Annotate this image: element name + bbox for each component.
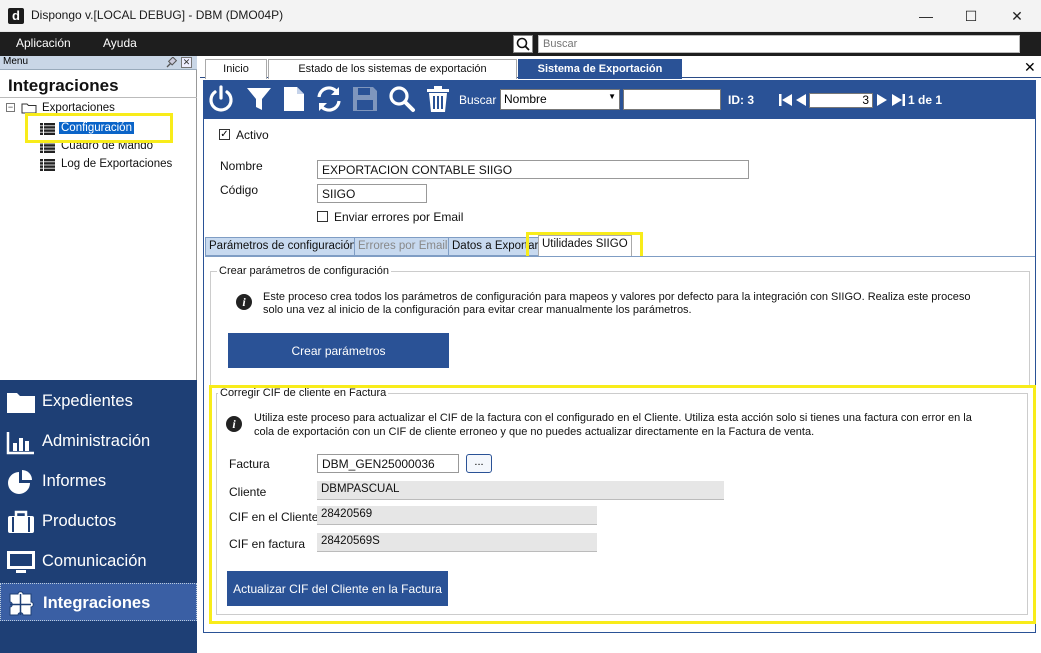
window-title: Dispongo v.[LOCAL DEBUG] - DBM (DMO04P) [31, 8, 284, 22]
pie-chart-icon [8, 470, 32, 494]
crear-description-line1: Este proceso crea todos los parámetros d… [263, 291, 971, 303]
highlight-box [25, 113, 173, 143]
app-icon: d [8, 8, 24, 24]
nav-comunicacion[interactable]: Comunicación [0, 542, 197, 580]
tab-estado-sistemas[interactable]: Estado de los sistemas de exportación [268, 59, 517, 79]
trash-icon[interactable] [424, 85, 452, 113]
search-field-select[interactable]: Nombre ▼ [500, 89, 620, 110]
info-icon: i [236, 294, 252, 310]
first-record-icon[interactable] [779, 93, 793, 107]
enviar-errores-checkbox[interactable] [317, 211, 328, 222]
codigo-label: Código [220, 183, 259, 197]
nav-informes[interactable]: Informes [0, 462, 197, 500]
page-count: 1 de 1 [908, 93, 943, 107]
maximize-button[interactable]: ☐ [948, 0, 994, 32]
left-panel-header-label: Menu [3, 56, 29, 67]
close-panel-icon[interactable]: ✕ [181, 57, 192, 68]
nav-integraciones[interactable]: Integraciones [0, 583, 197, 621]
page-input[interactable]: 3 [809, 93, 873, 108]
tree-item-log-de-exportaciones[interactable]: Log de Exportaciones [61, 158, 172, 170]
record-id: ID: 3 [728, 93, 755, 107]
tab-sistema-de-exportacion[interactable]: Sistema de Exportación [518, 59, 682, 79]
crear-group-title: Crear parámetros de configuración [217, 265, 391, 277]
crear-parametros-group [210, 271, 1030, 386]
menu-aplicacion[interactable]: Aplicación [16, 36, 71, 50]
briefcase-icon [8, 510, 34, 533]
save-icon[interactable] [351, 85, 379, 113]
buscar-label: Buscar [459, 93, 497, 107]
power-icon[interactable] [207, 85, 235, 113]
monitor-icon [7, 551, 35, 573]
pin-icon[interactable] [165, 56, 178, 71]
collapse-icon[interactable]: − [6, 103, 15, 112]
nav-administracion[interactable]: Administración [0, 422, 197, 460]
crear-parametros-button[interactable]: Crear parámetros [228, 333, 449, 368]
left-panel-title: Integraciones [8, 76, 119, 95]
highlight-box [209, 385, 1036, 624]
new-document-icon[interactable] [280, 85, 308, 113]
folder-icon [7, 393, 35, 413]
list-icon [40, 141, 55, 156]
enviar-errores-label: Enviar errores por Email [334, 210, 464, 224]
minimize-button[interactable]: — [903, 0, 949, 32]
global-search-input[interactable] [538, 35, 1020, 53]
filter-icon[interactable] [245, 85, 273, 113]
nav-expedientes[interactable]: Expedientes [0, 382, 197, 420]
divider [0, 97, 197, 98]
search-icon[interactable] [513, 35, 533, 53]
activo-checkbox[interactable]: ✓ [219, 129, 230, 140]
search-field-value: Nombre [504, 92, 547, 106]
search-icon[interactable] [388, 85, 416, 113]
close-window-button[interactable]: ✕ [994, 0, 1040, 32]
codigo-input[interactable]: SIIGO [317, 184, 427, 203]
close-tab-icon[interactable]: ✕ [1024, 59, 1036, 76]
dropdown-arrow-icon: ▼ [608, 92, 616, 101]
crear-description-line2: solo una vez al inicio de la configuraci… [263, 304, 692, 316]
last-record-icon[interactable] [891, 93, 905, 107]
bar-chart-icon [6, 432, 34, 455]
activo-label: Activo [236, 128, 269, 142]
refresh-icon[interactable] [315, 85, 343, 113]
menu-ayuda[interactable]: Ayuda [103, 36, 137, 50]
nombre-label: Nombre [220, 159, 263, 173]
nav-productos[interactable]: Productos [0, 502, 197, 540]
tab-inicio[interactable]: Inicio [205, 59, 267, 79]
previous-record-icon[interactable] [795, 93, 807, 107]
subtab-errores-email[interactable]: Errores por Email [354, 237, 452, 256]
subtab-parametros[interactable]: Parámetros de configuración [205, 237, 361, 256]
puzzle-icon [9, 591, 34, 616]
next-record-icon[interactable] [876, 93, 888, 107]
nombre-input[interactable]: EXPORTACION CONTABLE SIIGO [317, 160, 749, 179]
search-value-input[interactable] [623, 89, 721, 110]
list-icon [40, 159, 55, 174]
